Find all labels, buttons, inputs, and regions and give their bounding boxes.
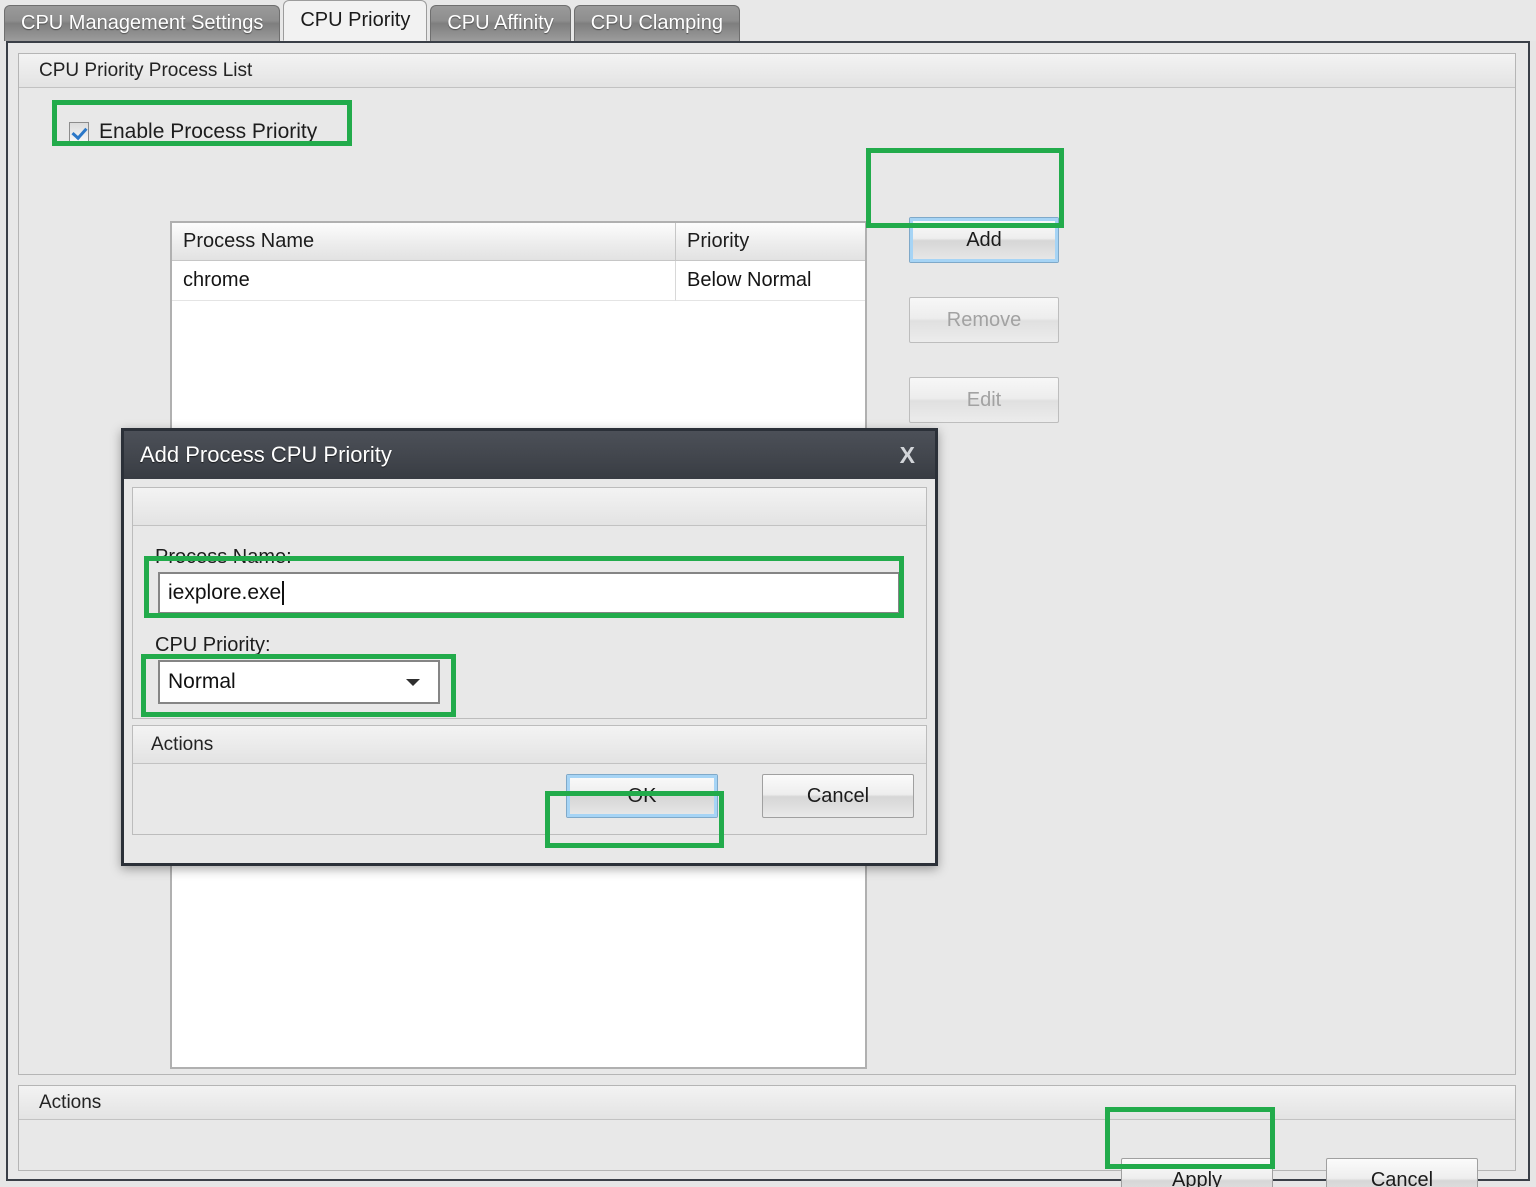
- column-header-process-name[interactable]: Process Name: [172, 223, 676, 261]
- column-header-label: Priority: [687, 230, 749, 253]
- process-name-value: iexplore.exe: [168, 581, 281, 605]
- add-process-cpu-priority-dialog: Add Process CPU Priority X Process Name:…: [121, 428, 938, 866]
- application-window: CPU Management Settings CPU Priority CPU…: [0, 0, 1536, 1187]
- tab-label: CPU Management Settings: [21, 12, 263, 35]
- button-label: Remove: [947, 309, 1021, 332]
- dialog-fields-group: Process Name: iexplore.exe CPU Priority:…: [132, 487, 927, 719]
- button-label: Cancel: [807, 785, 869, 808]
- column-header-priority[interactable]: Priority: [676, 223, 865, 261]
- process-name-label: Process Name:: [155, 546, 292, 569]
- chevron-down-icon: [406, 679, 420, 686]
- cpu-priority-label: CPU Priority:: [155, 634, 271, 657]
- cpu-priority-select[interactable]: Normal: [158, 660, 440, 704]
- tab-bar: CPU Management Settings CPU Priority CPU…: [0, 0, 1536, 41]
- button-label: OK: [628, 785, 657, 808]
- tab-cpu-affinity[interactable]: CPU Affinity: [430, 5, 570, 41]
- dialog-actions-header: Actions: [133, 726, 926, 764]
- edit-button: Edit: [909, 377, 1059, 423]
- group-title: CPU Priority Process List: [39, 60, 252, 82]
- tab-cpu-clamping[interactable]: CPU Clamping: [574, 5, 740, 41]
- group-header-actions: Actions: [19, 1086, 1515, 1120]
- dialog-group-header: [133, 488, 926, 526]
- tab-label: CPU Clamping: [591, 12, 723, 35]
- dialog-title-bar: Add Process CPU Priority X: [124, 431, 935, 479]
- column-header-label: Process Name: [183, 230, 314, 253]
- enable-process-priority-checkbox[interactable]: Enable Process Priority: [59, 114, 331, 150]
- process-name-input[interactable]: iexplore.exe: [158, 572, 900, 614]
- dialog-body: Process Name: iexplore.exe CPU Priority:…: [124, 479, 935, 843]
- ok-button[interactable]: OK: [566, 774, 718, 818]
- group-title: Actions: [151, 734, 213, 756]
- add-button[interactable]: Add: [909, 217, 1059, 263]
- button-label: Edit: [967, 389, 1001, 412]
- tab-cpu-management-settings[interactable]: CPU Management Settings: [4, 5, 280, 41]
- button-label: Cancel: [1371, 1169, 1433, 1187]
- cell-text: chrome: [183, 269, 250, 292]
- table-header-row: Process Name Priority: [172, 223, 865, 261]
- main-actions-group: Actions: [18, 1085, 1516, 1171]
- checkbox-label: Enable Process Priority: [99, 120, 317, 144]
- dialog-cancel-button[interactable]: Cancel: [762, 774, 914, 818]
- tab-label: CPU Priority: [300, 9, 410, 32]
- tab-cpu-priority[interactable]: CPU Priority: [283, 0, 427, 41]
- cancel-button[interactable]: Cancel: [1326, 1158, 1478, 1187]
- text-caret: [282, 581, 284, 605]
- cpu-priority-value: Normal: [168, 670, 236, 694]
- cell-priority: Below Normal: [676, 261, 865, 301]
- checkbox-checked-icon: [69, 122, 89, 142]
- cell-process-name: chrome: [172, 261, 676, 301]
- remove-button: Remove: [909, 297, 1059, 343]
- button-label: Add: [966, 229, 1002, 252]
- cell-text: Below Normal: [687, 269, 811, 292]
- dialog-actions-group: Actions OK Cancel: [132, 725, 927, 835]
- dialog-title: Add Process CPU Priority: [140, 442, 392, 468]
- table-row[interactable]: chrome Below Normal: [172, 261, 865, 301]
- apply-button[interactable]: Apply: [1121, 1158, 1273, 1187]
- group-title: Actions: [39, 1092, 101, 1114]
- group-header-process-list: CPU Priority Process List: [19, 54, 1515, 88]
- button-label: Apply: [1172, 1169, 1222, 1187]
- close-icon[interactable]: X: [894, 442, 921, 469]
- tab-label: CPU Affinity: [447, 12, 553, 35]
